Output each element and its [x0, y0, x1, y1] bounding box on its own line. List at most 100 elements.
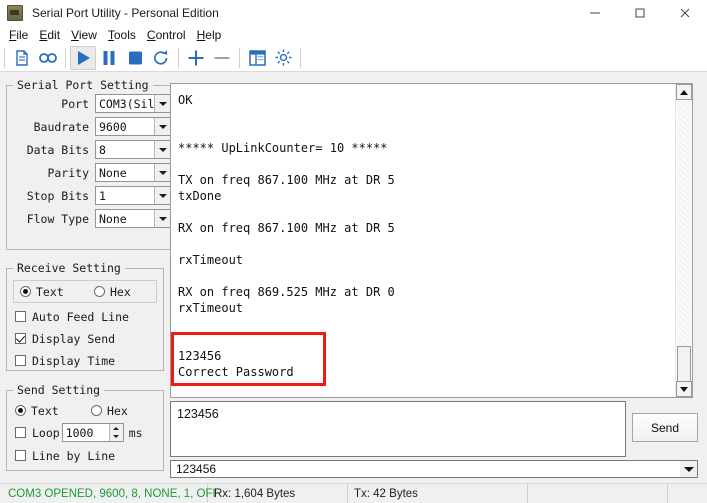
receive-format-hex-label: Hex	[110, 284, 131, 299]
scroll-down-icon[interactable]	[676, 381, 692, 397]
radio-on-icon[interactable]	[15, 405, 26, 416]
menu-edit-label: dit	[47, 28, 61, 42]
radio-off-icon[interactable]	[91, 405, 102, 416]
menu-view-label: iew	[78, 28, 97, 42]
scroll-up-icon[interactable]	[676, 84, 692, 100]
send-history-value: 123456	[176, 462, 217, 476]
parity-value: None	[99, 165, 127, 180]
terminal-output-panel[interactable]: OK ***** UpLinkCounter= 10 ***** TX on f…	[170, 83, 693, 398]
send-format-text[interactable]: Text	[15, 404, 91, 418]
checkbox-checked-icon[interactable]	[15, 333, 26, 344]
chevron-down-icon[interactable]	[154, 95, 172, 112]
loop-row: Loop 1000 ms	[15, 422, 157, 443]
play-icon[interactable]	[70, 45, 96, 70]
data-bits-label: Data Bits	[26, 142, 89, 157]
menu-help-accel: H	[196, 28, 206, 42]
baudrate-combo[interactable]: 9600	[95, 117, 173, 136]
serial-port-utility-window: Serial Port Utility - Personal Edition F…	[0, 0, 707, 503]
checkbox-unchecked-icon[interactable]	[15, 311, 26, 322]
menu-control[interactable]: Control	[142, 27, 192, 43]
send-setting-legend: Send Setting	[17, 383, 101, 397]
menu-file[interactable]: File	[4, 27, 34, 43]
maximize-button[interactable]	[617, 0, 662, 26]
new-file-icon[interactable]	[9, 46, 35, 70]
flow-type-value: None	[99, 211, 127, 226]
send-history-combo[interactable]: 123456	[170, 460, 698, 478]
terminal-scrollbar[interactable]	[675, 84, 692, 397]
chevron-down-icon[interactable]	[154, 164, 172, 181]
chevron-down-icon[interactable]	[154, 210, 172, 227]
stepper-down-icon[interactable]	[110, 433, 123, 442]
send-input[interactable]: 123456	[170, 401, 626, 457]
terminal-output-text: OK ***** UpLinkCounter= 10 ***** TX on f…	[178, 93, 395, 379]
display-send-label: Display Send	[32, 331, 116, 346]
auto-feed-line-checkbox[interactable]: Auto Feed Line	[15, 307, 157, 326]
serial-port-setting-legend: Serial Port Setting	[17, 78, 149, 92]
minus-icon[interactable]	[209, 46, 235, 70]
data-bits-combo[interactable]: 8	[95, 140, 173, 159]
send-button[interactable]: Send	[632, 413, 698, 442]
status-blank-2	[668, 484, 707, 503]
radio-off-icon[interactable]	[94, 286, 105, 297]
menu-tools[interactable]: Tools	[103, 27, 142, 43]
menu-file-label: ile	[16, 28, 29, 42]
send-format-hex-label: Hex	[107, 403, 128, 418]
loop-checkbox[interactable]	[15, 427, 26, 438]
status-bar: COM3 OPENED, 9600, 8, NONE, 1, OFF Rx: 1…	[0, 483, 707, 503]
status-rx-bytes: Rx: 1,604 Bytes	[208, 484, 348, 503]
stop-bits-combo[interactable]: 1	[95, 186, 173, 205]
toolbar-separator	[4, 47, 5, 68]
menu-control-label: ontrol	[155, 28, 186, 42]
field-flow-type: Flow Type None	[11, 208, 173, 229]
stop-bits-value: 1	[99, 188, 106, 203]
stop-icon[interactable]	[122, 46, 148, 70]
loop-interval-stepper[interactable]: 1000	[61, 423, 124, 442]
line-by-line-label: Line by Line	[32, 448, 116, 463]
flow-type-combo[interactable]: None	[95, 209, 173, 228]
menu-view[interactable]: View	[66, 27, 103, 43]
chevron-down-icon[interactable]	[154, 118, 172, 135]
record-icon[interactable]	[35, 46, 61, 70]
toolbar	[0, 44, 707, 72]
toolbar-separator	[65, 47, 66, 68]
pause-icon[interactable]	[96, 46, 122, 70]
port-combo[interactable]: COM3(Sil	[95, 94, 173, 113]
gear-icon[interactable]	[270, 46, 296, 70]
close-button[interactable]	[662, 0, 707, 26]
minimize-button[interactable]	[572, 0, 617, 26]
toolbar-separator	[239, 47, 240, 68]
status-connection: COM3 OPENED, 9600, 8, NONE, 1, OFF	[0, 484, 220, 503]
parity-combo[interactable]: None	[95, 163, 173, 182]
scrollbar-track[interactable]	[677, 101, 691, 380]
toolbar-separator	[178, 47, 179, 68]
stepper-buttons[interactable]	[108, 424, 123, 442]
parity-label: Parity	[47, 165, 89, 180]
baudrate-value: 9600	[99, 119, 127, 134]
loop-unit-label: ms	[128, 425, 143, 440]
receive-format-hex[interactable]: Hex	[94, 285, 131, 299]
receive-format-text[interactable]: Text	[20, 285, 94, 299]
auto-feed-line-label: Auto Feed Line	[32, 309, 129, 324]
send-format-text-label: Text	[31, 403, 59, 418]
checkbox-unchecked-icon[interactable]	[15, 355, 26, 366]
display-send-checkbox[interactable]: Display Send	[15, 329, 157, 348]
stepper-up-icon[interactable]	[110, 424, 123, 433]
data-bits-value: 8	[99, 142, 106, 157]
checkbox-unchecked-icon[interactable]	[15, 450, 26, 461]
field-port: Port COM3(Sil	[11, 93, 173, 114]
display-time-label: Display Time	[32, 353, 116, 368]
stop-bits-label: Stop Bits	[26, 188, 89, 203]
display-time-checkbox[interactable]: Display Time	[15, 351, 157, 370]
menu-help[interactable]: Help	[192, 27, 228, 43]
chevron-down-icon[interactable]	[154, 141, 172, 158]
layout-icon[interactable]	[244, 46, 270, 70]
menu-edit[interactable]: Edit	[34, 27, 66, 43]
plus-icon[interactable]	[183, 46, 209, 70]
radio-on-icon[interactable]	[20, 286, 31, 297]
refresh-icon[interactable]	[148, 46, 174, 70]
send-format-hex[interactable]: Hex	[91, 404, 128, 418]
chevron-down-icon[interactable]	[154, 187, 172, 204]
menu-bar: File Edit View Tools Control Help	[0, 26, 707, 44]
line-by-line-checkbox[interactable]: Line by Line	[15, 446, 157, 465]
chevron-down-icon[interactable]	[680, 461, 697, 477]
